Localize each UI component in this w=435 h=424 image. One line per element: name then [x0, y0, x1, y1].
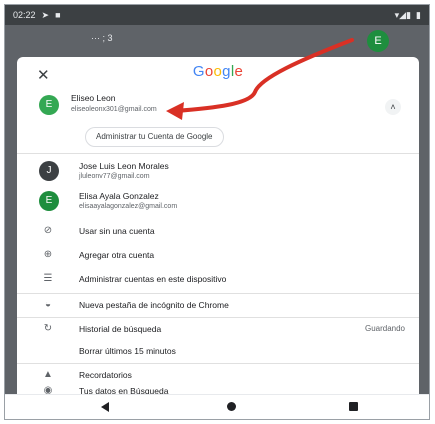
reminders-icon: ▲	[43, 369, 53, 380]
back-button[interactable]	[101, 402, 109, 412]
manage-device-accounts-item[interactable]: ☰ Administrar cuentas en este dispositiv…	[17, 269, 419, 289]
add-account-item[interactable]: ⊕ Agregar otra cuenta	[17, 245, 419, 265]
account-email: elisaayalagonzalez@gmail.com	[79, 203, 178, 210]
incognito-tab-item[interactable]: ◒ Nueva pestaña de incógnito de Chrome	[17, 295, 419, 315]
divider	[17, 363, 419, 364]
battery-icon: ▮	[416, 9, 421, 20]
primary-account-email: eliseoleonx301@gmail.com	[71, 106, 157, 113]
signal-icon: ▾◢▮	[394, 9, 412, 20]
search-history-item[interactable]: ↻ Historial de búsqueda Guardando	[17, 319, 419, 339]
menu-label: Nueva pestaña de incógnito de Chrome	[79, 300, 229, 310]
menu-label: Usar sin una cuenta	[79, 226, 155, 236]
divider	[17, 317, 419, 318]
phone-screen: 02:22 ➤ ■ ▾◢▮ ▮ ··· ; 3 E ✕ Google E Eli…	[4, 4, 430, 420]
menu-label: Historial de búsqueda	[79, 324, 162, 334]
use-without-account-item[interactable]: ⊘ Usar sin una cuenta	[17, 221, 419, 241]
account-avatar-button[interactable]: E	[367, 30, 389, 52]
account-item[interactable]: E Elisa Ayala Gonzalez elisaayalagonzale…	[17, 187, 419, 215]
manage-accounts-icon: ☰	[43, 273, 53, 284]
notification-icon: ■	[55, 10, 61, 20]
history-status: Guardando	[364, 324, 405, 333]
tabs-counter[interactable]: ··· ; 3	[91, 33, 113, 43]
add-person-icon: ⊕	[43, 249, 53, 260]
menu-label: Borrar últimos 15 minutos	[79, 346, 176, 356]
chevron-up-icon[interactable]: ˄	[385, 99, 401, 115]
delete-last-15-minutes-item[interactable]: Borrar últimos 15 minutos	[17, 341, 419, 361]
account-item[interactable]: J Jose Luis Leon Morales jluleonv77@gmai…	[17, 157, 419, 185]
account-avatar: E	[39, 191, 59, 211]
menu-label: Administrar cuentas en este dispositivo	[79, 274, 227, 284]
account-email: jluleonv77@gmail.com	[79, 173, 150, 180]
status-time: 02:22	[13, 10, 36, 20]
manage-account-button[interactable]: Administrar tu Cuenta de Google	[85, 127, 224, 147]
menu-label: Recordatorios	[79, 370, 132, 380]
home-button[interactable]	[227, 402, 236, 411]
account-name: Jose Luis Leon Morales	[79, 161, 169, 171]
reminders-item[interactable]: ▲ Recordatorios	[17, 365, 419, 385]
divider	[17, 153, 419, 154]
menu-label: Agregar otra cuenta	[79, 250, 155, 260]
primary-account-avatar: E	[39, 95, 59, 115]
recent-apps-button[interactable]	[349, 402, 358, 411]
primary-account-name: Eliseo Leon	[71, 93, 116, 103]
account-avatar: J	[39, 161, 59, 181]
primary-account[interactable]: E Eliseo Leon eliseoleonx301@gmail.com ˄	[31, 89, 407, 123]
no-account-icon: ⊘	[43, 225, 53, 236]
history-icon: ↻	[43, 323, 53, 334]
status-bar: 02:22 ➤ ■ ▾◢▮ ▮	[5, 5, 429, 25]
account-switcher-sheet: ✕ Google E Eliseo Leon eliseoleonx301@gm…	[17, 57, 419, 397]
incognito-icon: ◒	[44, 299, 52, 310]
divider	[17, 293, 419, 294]
browser-toolbar: ··· ; 3 E	[5, 25, 429, 55]
location-icon: ➤	[41, 9, 50, 20]
google-logo: Google	[192, 63, 244, 80]
system-nav-bar	[5, 394, 429, 419]
account-name: Elisa Ayala Gonzalez	[79, 191, 159, 201]
